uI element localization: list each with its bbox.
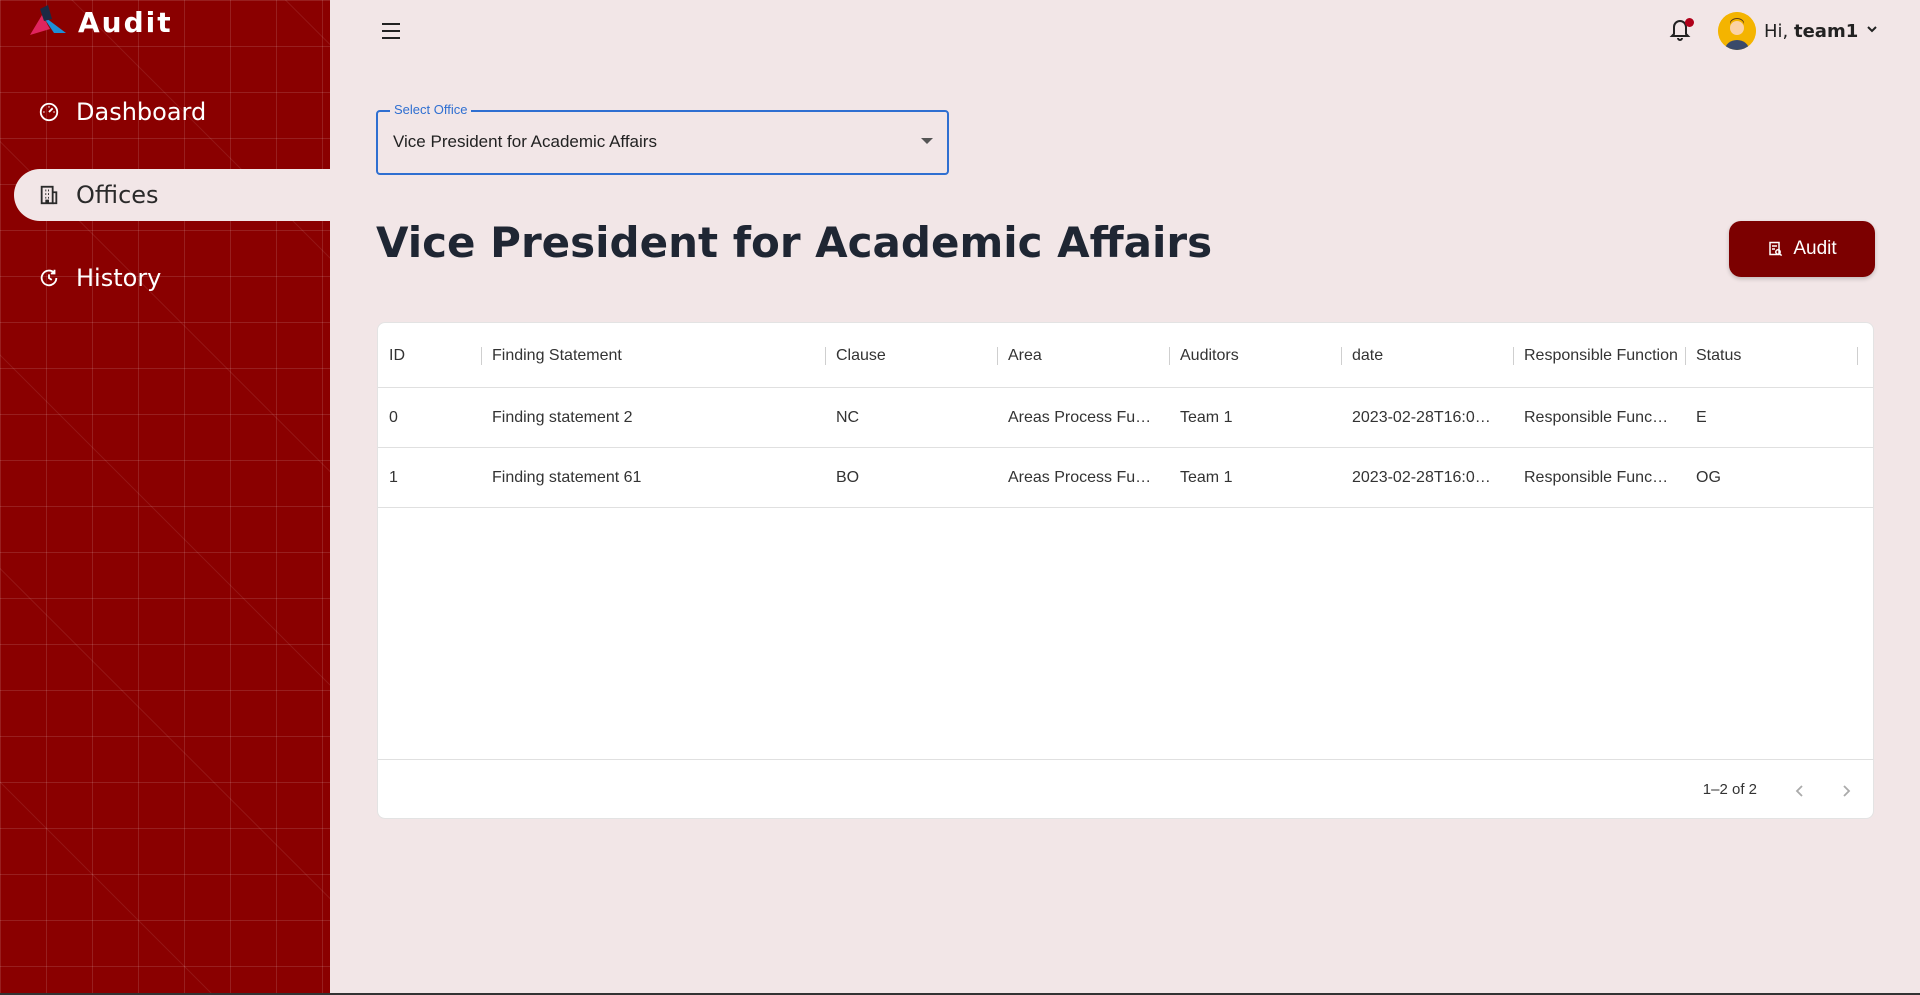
cell-text: Areas Process Fu… [1008,469,1152,486]
office-select-value: Vice President for Academic Affairs [393,132,657,151]
cell-text: E [1696,409,1707,426]
cell-auditors: Team 1 [1169,388,1341,448]
cell-text: 1 [389,469,398,486]
user-greeting: Hi, team1 [1764,21,1858,42]
user-menu[interactable]: Hi, team1 [1718,11,1878,51]
sidebar-item-label: History [76,264,162,292]
cell-text: Finding statement 61 [492,469,642,486]
notification-badge [1685,18,1694,27]
sidebar-item-label: Dashboard [76,98,207,126]
cell-clause: NC [825,388,997,448]
audit-button-label: Audit [1793,238,1837,259]
username: team1 [1793,20,1859,42]
cell-date: 2023-02-28T16:0… [1341,388,1513,448]
cell-text: Areas Process Fu… [1008,409,1152,426]
table-footer: 1–2 of 2 [378,759,1873,818]
column-header-id[interactable]: ID [378,323,481,388]
brand[interactable]: Audit [26,2,173,42]
sidebar-item-dashboard[interactable]: Dashboard [14,86,330,138]
history-icon [40,269,58,287]
cell-area: Areas Process Fu… [997,448,1169,508]
user-avatar-icon [1718,12,1756,50]
cell-text: Responsible Func… [1524,469,1669,486]
pagination-text: 1–2 of 2 [1702,781,1757,798]
office-select[interactable]: Select Office Vice President for Academi… [376,102,949,175]
cell-finding-statement: Finding statement 61 [481,448,825,508]
column-header-date[interactable]: date [1341,323,1513,388]
table-header: ID Finding Statement Clause Area Auditor… [378,323,1873,388]
column-header-finding-statement[interactable]: Finding Statement [481,323,825,388]
office-select-label: Select Office [390,102,472,117]
chevron-right-icon [1843,785,1851,797]
cell-text: 2023-02-28T16:0… [1352,469,1491,486]
cell-id: 1 [378,448,481,508]
audit-document-icon [1769,241,1783,257]
column-header-auditors[interactable]: Auditors [1169,323,1341,388]
column-header-responsible-function[interactable]: Responsible Function [1513,323,1685,388]
cell-auditors: Team 1 [1169,448,1341,508]
column-header-clause[interactable]: Clause [825,323,997,388]
audit-button[interactable]: Audit [1729,221,1875,277]
speedometer-icon [39,102,59,122]
sidebar-item-history[interactable]: History [14,252,330,304]
next-page-button[interactable] [1833,778,1859,804]
cell-text: Finding statement 2 [492,409,633,426]
brand-name: Audit [78,5,173,39]
cell-date: 2023-02-28T16:0… [1341,448,1513,508]
cell-text: Team 1 [1180,409,1233,426]
chevron-left-icon [1795,785,1803,797]
cell-id: 0 [378,388,481,448]
cell-text: Team 1 [1180,469,1233,486]
previous-page-button[interactable] [1787,778,1813,804]
cell-finding-statement: Finding statement 2 [481,388,825,448]
notifications-button[interactable] [1668,16,1696,46]
cell-status: OG [1685,448,1857,508]
column-header-area[interactable]: Area [997,323,1169,388]
table-row[interactable]: 0 Finding statement 2 NC Areas Process F… [378,388,1873,448]
cell-text: OG [1696,469,1721,486]
table-row[interactable]: 1 Finding statement 61 BO Areas Process … [378,448,1873,508]
cell-status: E [1685,388,1857,448]
chevron-down-icon [1866,22,1878,40]
cell-text: 2023-02-28T16:0… [1352,409,1491,426]
sidebar-item-offices[interactable]: Offices [14,169,330,221]
building-icon [40,185,58,205]
cell-responsible-function: Responsible Func… [1513,388,1685,448]
sidebar: Audit Dashboard Offices History [0,0,330,995]
column-header-status[interactable]: Status [1685,323,1857,388]
greeting-prefix: Hi, [1764,20,1794,42]
cell-text: 0 [389,409,398,426]
avatar [1718,12,1756,50]
cell-text: Responsible Func… [1524,409,1669,426]
menu-toggle-button[interactable] [378,18,404,44]
caret-down-icon [921,138,933,144]
hamburger-icon [382,23,400,39]
cell-text: BO [836,469,860,486]
cell-text: NC [836,409,860,426]
cell-clause: BO [825,448,997,508]
column-separator[interactable] [1857,347,1858,365]
findings-table: ID Finding Statement Clause Area Auditor… [377,322,1874,819]
page-title: Vice President for Academic Affairs [376,218,1213,267]
cell-responsible-function: Responsible Func… [1513,448,1685,508]
audit-logo-icon [30,5,66,35]
sidebar-item-label: Offices [76,181,159,209]
cell-area: Areas Process Fu… [997,388,1169,448]
